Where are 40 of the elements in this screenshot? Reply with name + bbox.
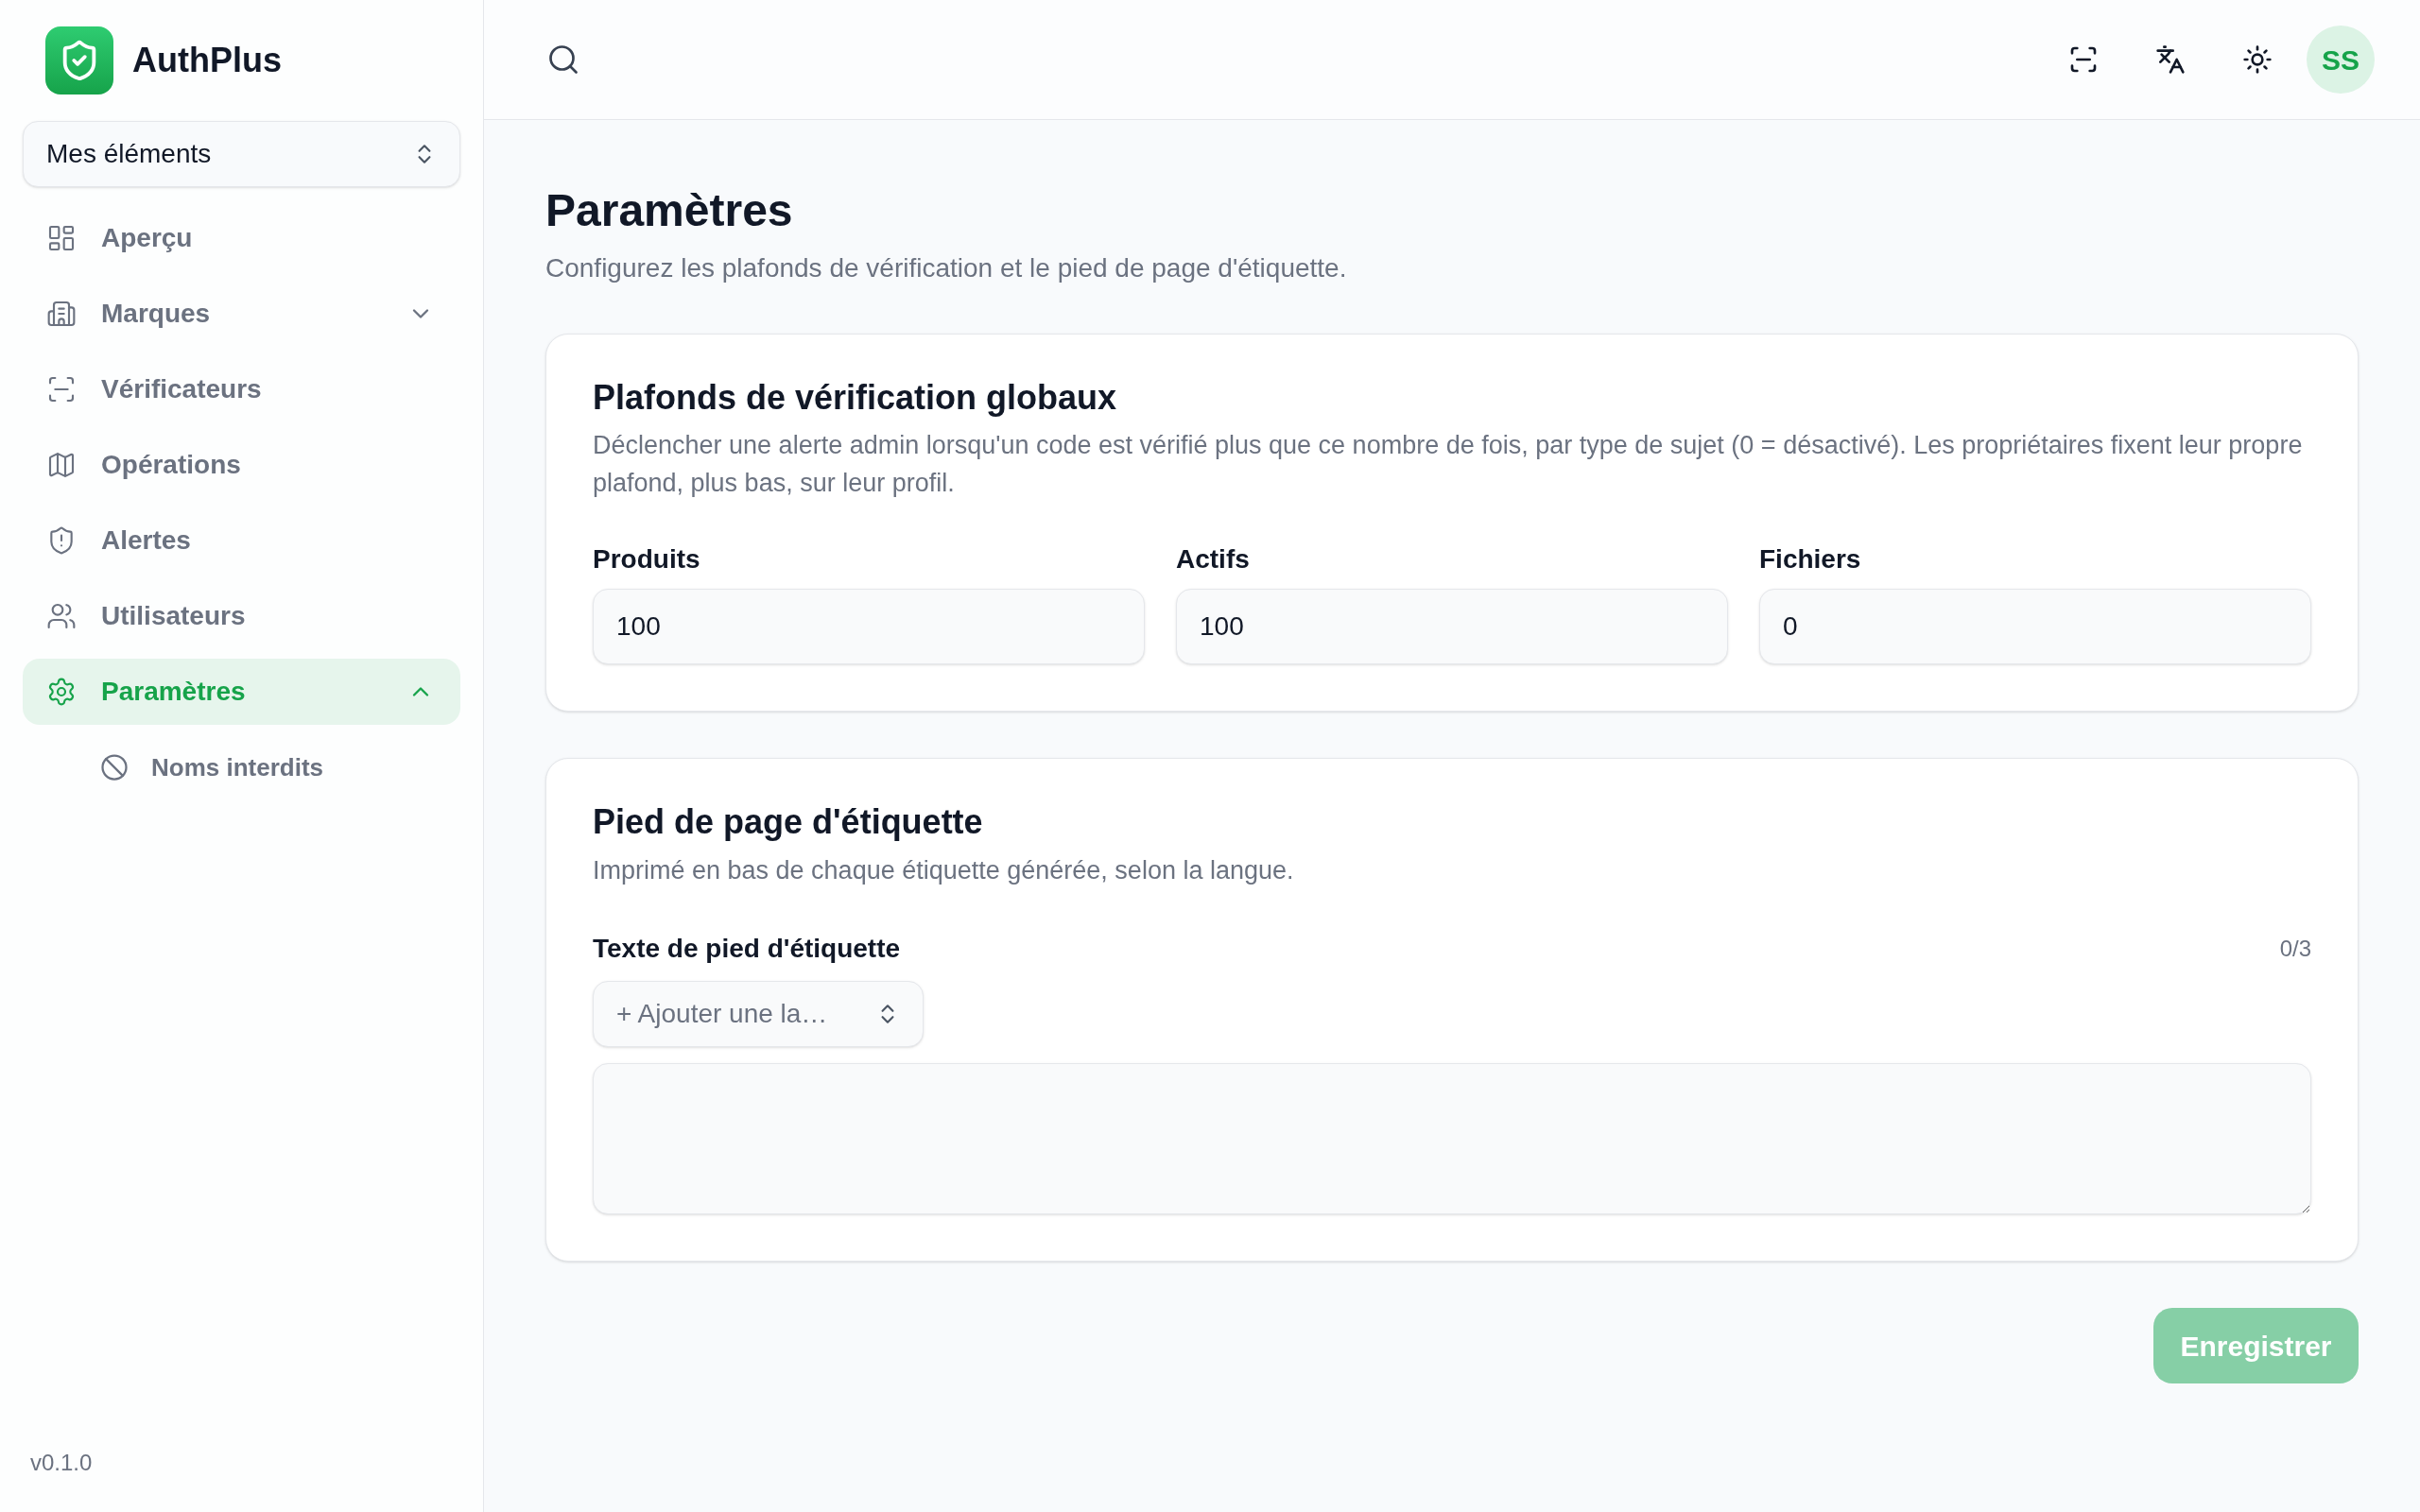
translate-icon[interactable] [2155, 44, 2186, 75]
nav-item[interactable]: Utilisateurs [23, 583, 460, 649]
nav-item[interactable]: Aperçu [23, 205, 460, 271]
users-icon [46, 601, 77, 631]
nav-item[interactable]: Paramètres [23, 659, 460, 725]
footer-text-field[interactable] [593, 1063, 2311, 1214]
card-title: Plafonds de vérification globaux [593, 377, 1118, 419]
ceiling-input[interactable]: 0 [1759, 589, 2311, 664]
version-label: v0.1.0 [30, 1450, 93, 1475]
scope-select[interactable]: Mes éléments [23, 121, 460, 187]
nav-item[interactable]: Vérificateurs [23, 356, 460, 422]
card-description: Imprimé en bas de chaque étiquette générée, selon la langue. [593, 855, 1295, 886]
brand-name: AuthPlus [132, 40, 282, 81]
field-label: Actifs [1176, 543, 1251, 576]
nav-item[interactable]: Alertes [23, 507, 460, 574]
nav-subitem[interactable]: Noms interdits [23, 734, 460, 800]
logo-icon [45, 26, 113, 94]
ceiling-input[interactable]: 100 [593, 589, 1145, 664]
prohibited-icon [100, 753, 129, 782]
page-subtitle: Configurez les plafonds de vérification et le pied de page d'étiquette. [545, 252, 1348, 284]
field-label: Fichiers [1759, 543, 1862, 576]
search-icon[interactable] [546, 43, 580, 77]
nav-item[interactable]: Marques [23, 281, 460, 347]
language-select[interactable]: + Ajouter une la… [593, 981, 924, 1047]
dashboard-grid-icon [46, 223, 77, 253]
field-label: Produits [593, 543, 701, 576]
card-title: Pied de page d'étiquette [593, 801, 984, 843]
page-title: Paramètres [545, 184, 794, 237]
user-avatar[interactable]: SS [2307, 26, 2375, 94]
field-label: Texte de pied d'étiquette [593, 933, 901, 965]
map-icon [46, 450, 77, 480]
settings-icon [46, 677, 77, 707]
ceiling-input[interactable]: 100 [1176, 589, 1728, 664]
nav-item[interactable]: Opérations [23, 432, 460, 498]
sun-icon[interactable] [2242, 44, 2273, 75]
building-icon [46, 299, 77, 329]
scan-frame-icon[interactable] [2068, 44, 2099, 75]
character-counter: 0/3 [2279, 935, 2311, 963]
card-description: Déclencher une alerte admin lorsqu'un code est vérifié plus que ce nombre de fois, par type de sujet (0 = désactivé). Les propriétaires fixent leur propre plafond, plus bas, sur leur profil. [593, 430, 2304, 499]
scan-frame-icon [46, 374, 77, 404]
